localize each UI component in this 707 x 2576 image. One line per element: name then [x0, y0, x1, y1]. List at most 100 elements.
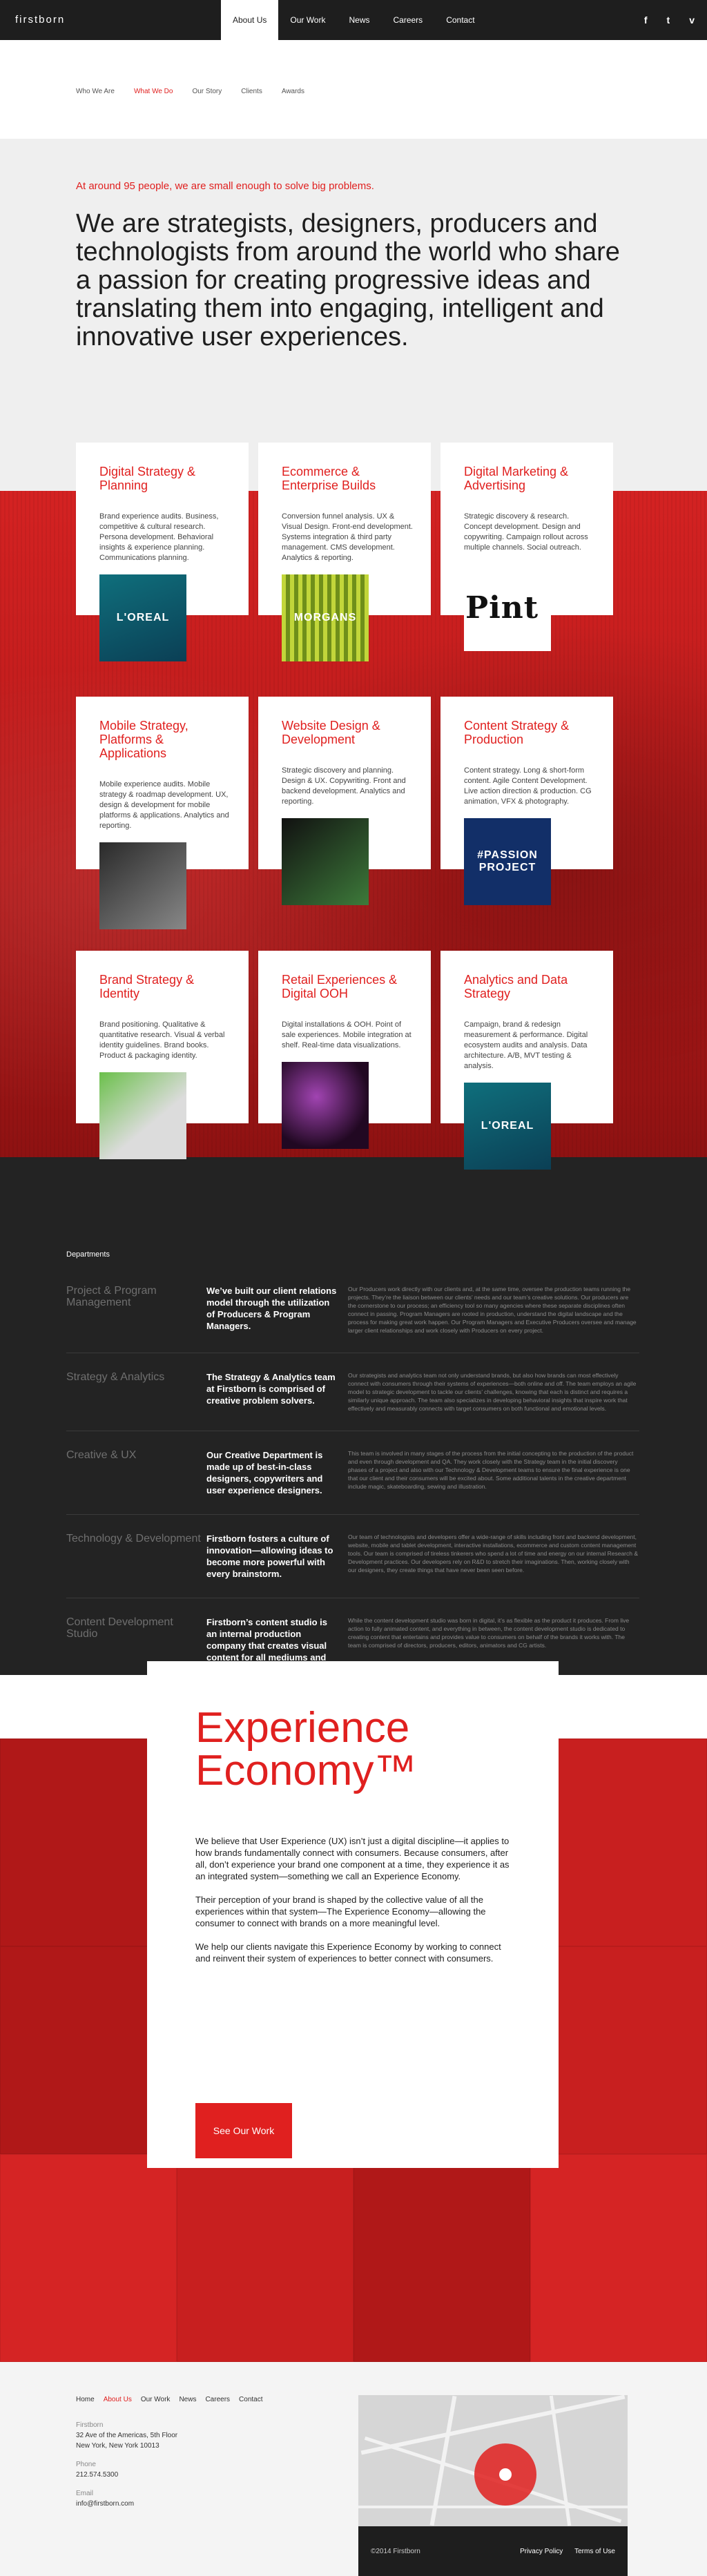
mosaic-tile [0, 2154, 177, 2362]
departments-heading: Departments [66, 1250, 110, 1259]
footer-nav-contact[interactable]: Contact [239, 2396, 262, 2403]
service-card[interactable]: Brand Strategy & Identity Brand position… [76, 951, 249, 1159]
subnav-what-we-do[interactable]: What We Do [134, 88, 173, 139]
department-row: Technology & Development Firstborn foste… [66, 1530, 639, 1598]
service-card[interactable]: Content Strategy & Production Content st… [440, 697, 613, 905]
service-card[interactable]: Digital Strategy & Planning Brand experi… [76, 443, 249, 661]
service-title: Website Design & Development [282, 719, 380, 746]
footer-bottom-bar: ©2014 Firstborn Privacy Policy Terms of … [358, 2526, 628, 2576]
services-grid: Digital Strategy & Planning Brand experi… [76, 443, 613, 1170]
subnav-awards[interactable]: Awards [282, 88, 304, 139]
service-thumbnail: MORGANS [282, 574, 369, 661]
location-map[interactable] [358, 2395, 628, 2526]
service-title: Digital Strategy & Planning [99, 465, 196, 492]
service-title: Mobile Strategy, Platforms & Application… [99, 719, 188, 760]
logo[interactable]: firstborn [0, 0, 221, 40]
nav-contact[interactable]: Contact [434, 0, 486, 40]
department-row: Project & Program Management We’ve built… [66, 1282, 639, 1353]
service-thumbnail: L'OREAL [464, 1083, 551, 1170]
service-title: Ecommerce & Enterprise Builds [282, 465, 376, 492]
see-our-work-button[interactable]: See Our Work [195, 2103, 292, 2158]
department-name: Project & Program Management [66, 1285, 157, 1308]
nav-careers[interactable]: Careers [382, 0, 435, 40]
service-title: Analytics and Data Strategy [464, 973, 568, 1000]
service-description: Brand experience audits. Business, compe… [99, 512, 219, 562]
service-title: Content Strategy & Production [464, 719, 570, 746]
department-lead: We’ve built our client relations model t… [206, 1286, 337, 1331]
experience-paragraph: We help our clients navigate this Experi… [195, 1941, 501, 1964]
department-name: Strategy & Analytics [66, 1371, 165, 1383]
department-lead: The Strategy & Analytics team at Firstbo… [206, 1372, 336, 1406]
nav-about-us[interactable]: About Us [221, 0, 279, 40]
experience-paragraph: Their perception of your brand is shaped… [195, 1895, 486, 1928]
intro-kicker: At around 95 people, we are small enough… [76, 180, 374, 192]
departments-section: Departments Project & Program Management… [0, 1157, 707, 1675]
copyright: ©2014 Firstborn [371, 2547, 420, 2555]
department-name: Technology & Development [66, 1533, 201, 1544]
department-lead: Firstborn fosters a culture of innovatio… [206, 1533, 333, 1579]
mosaic-tile [354, 2154, 530, 2362]
service-title: Retail Experiences & Digital OOH [282, 973, 398, 1000]
service-card[interactable]: Retail Experiences & Digital OOH Digital… [258, 951, 431, 1149]
subnav-clients[interactable]: Clients [241, 88, 262, 139]
map-pin-icon [474, 2443, 536, 2506]
department-body: Our Producers work directly with our cli… [348, 1286, 637, 1334]
facebook-icon[interactable]: f [644, 14, 648, 26]
intro-section: At around 95 people, we are small enough… [0, 139, 707, 443]
service-thumbnail [99, 842, 186, 929]
legal-links: Privacy Policy Terms of Use [510, 2548, 615, 2555]
vimeo-icon[interactable]: v [689, 14, 695, 26]
service-thumbnail [99, 1072, 186, 1159]
department-row: Strategy & Analytics The Strategy & Anal… [66, 1368, 639, 1431]
department-body: Our strategists and analytics team not o… [348, 1372, 637, 1412]
service-card[interactable]: Website Design & Development Strategic d… [258, 697, 431, 905]
experience-panel: Experience Economy™ We believe that User… [147, 1661, 559, 2168]
service-thumbnail: Pint [464, 564, 551, 651]
service-description: Mobile experience audits. Mobile strateg… [99, 780, 229, 830]
subnav-who-we-are[interactable]: Who We Are [76, 88, 115, 139]
experience-paragraph: We believe that User Experience (UX) isn… [195, 1836, 510, 1881]
service-thumbnail [282, 818, 369, 905]
nav-news[interactable]: News [337, 0, 381, 40]
department-body: This team is involved in many stages of … [348, 1450, 634, 1490]
department-lead: Our Creative Department is made up of be… [206, 1450, 323, 1495]
service-description: Campaign, brand & redesign measurement &… [464, 1020, 588, 1070]
service-card[interactable]: Digital Marketing & Advertising Strategi… [440, 443, 613, 651]
footer-nav-about-us[interactable]: About Us [104, 2396, 132, 2403]
footer-nav-our-work[interactable]: Our Work [141, 2396, 171, 2403]
service-card[interactable]: Analytics and Data Strategy Campaign, br… [440, 951, 613, 1170]
social-links: f t v [644, 0, 695, 40]
mosaic-tile [177, 2154, 354, 2362]
twitter-icon[interactable]: t [667, 14, 670, 26]
services-section: Digital Strategy & Planning Brand experi… [0, 443, 707, 1170]
footer-nav-news[interactable]: News [179, 2396, 196, 2403]
sub-nav: Who We Are What We Do Our Story Clients … [0, 40, 707, 139]
service-description: Strategic discovery & research. Concept … [464, 512, 588, 552]
service-card[interactable]: Ecommerce & Enterprise Builds Conversion… [258, 443, 431, 661]
nav-our-work[interactable]: Our Work [278, 0, 337, 40]
department-body: Our team of technologists and developers… [348, 1533, 639, 1573]
experience-economy-section: Experience Economy™ We believe that User… [0, 1661, 707, 2362]
service-thumbnail [282, 1062, 369, 1149]
experience-title: Experience Economy™ [195, 1704, 417, 1794]
service-description: Digital installations & OOH. Point of sa… [282, 1020, 411, 1049]
service-description: Content strategy. Long & short-form cont… [464, 766, 592, 806]
footer-nav-home[interactable]: Home [76, 2396, 95, 2403]
service-thumbnail: #PASSION PROJECT [464, 818, 551, 905]
privacy-policy-link[interactable]: Privacy Policy [520, 2548, 563, 2555]
footer: Home About Us Our Work News Careers Cont… [0, 2362, 707, 2576]
map-road [358, 2506, 628, 2508]
top-navbar: firstborn About Us Our Work News Careers… [0, 0, 707, 40]
department-row: Creative & UX Our Creative Department is… [66, 1446, 639, 1515]
service-title: Brand Strategy & Identity [99, 973, 195, 1000]
service-description: Brand positioning. Qualitative & quantit… [99, 1020, 225, 1060]
department-name: Creative & UX [66, 1449, 137, 1461]
service-description: Conversion funnel analysis. UX & Visual … [282, 512, 413, 562]
main-nav: About Us Our Work News Careers Contact [221, 0, 487, 40]
footer-nav-careers[interactable]: Careers [205, 2396, 230, 2403]
service-card[interactable]: Mobile Strategy, Platforms & Application… [76, 697, 249, 929]
service-thumbnail: L'OREAL [99, 574, 186, 661]
terms-of-use-link[interactable]: Terms of Use [574, 2548, 615, 2555]
mosaic-tile [530, 2154, 707, 2362]
subnav-our-story[interactable]: Our Story [192, 88, 222, 139]
